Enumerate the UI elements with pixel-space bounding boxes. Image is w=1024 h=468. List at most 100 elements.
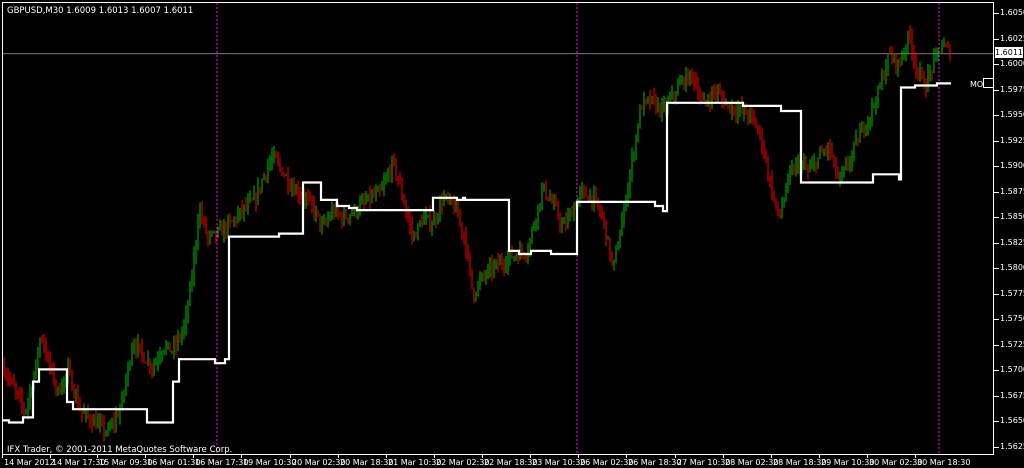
price-tick [994, 344, 999, 346]
candle-body [191, 278, 193, 285]
candle-body [791, 168, 793, 172]
candle-body [83, 412, 85, 414]
candle-body [175, 343, 177, 346]
candle-body [793, 168, 795, 173]
price-tick [994, 242, 999, 244]
candle-body [271, 157, 273, 163]
candle-body [131, 349, 133, 364]
candle-body [931, 70, 933, 72]
candle-body [459, 217, 461, 223]
candle-body [91, 422, 93, 426]
candle-body [227, 220, 229, 232]
candle-body [947, 45, 949, 47]
candle-body [29, 391, 31, 401]
time-label: 29 Mar 10:30 [821, 458, 875, 467]
time-label: 22 Mar 02:30 [436, 458, 490, 467]
price-label: 1.5650 [1000, 416, 1024, 426]
candle-body [925, 88, 927, 90]
candle-body [373, 194, 375, 196]
price-label: 1.5900 [1000, 161, 1024, 171]
candle-body [843, 167, 845, 173]
candle-body [849, 162, 851, 166]
candle-body [409, 218, 411, 225]
candle-body [549, 199, 551, 201]
candle-body [885, 68, 887, 79]
candle-body [621, 221, 623, 237]
candle-body [179, 336, 181, 338]
candle-body [941, 46, 943, 51]
candle-body [327, 218, 329, 223]
candle-body [573, 206, 575, 218]
candle-body [325, 222, 327, 224]
plot-area[interactable]: GBPUSD,M30 1.6009 1.6013 1.6007 1.6011 I… [2, 2, 994, 455]
candle-body [113, 422, 115, 424]
current-price-badge: 1.6011 [995, 47, 1023, 59]
candle-body [187, 305, 189, 314]
candle-body [251, 199, 253, 201]
candle-body [395, 160, 397, 177]
time-label: 26 Mar 02:30 [580, 458, 634, 467]
candle-body [655, 98, 657, 110]
candle-body [153, 365, 155, 369]
price-label: 1.5775 [1000, 288, 1024, 298]
candle-body [625, 203, 627, 206]
candle-body [45, 346, 47, 357]
candle-body [189, 284, 191, 306]
candle-body [17, 390, 19, 394]
candle-body [463, 233, 465, 237]
candle-body [499, 260, 501, 266]
candle-body [609, 237, 611, 258]
price-chart[interactable] [3, 3, 994, 455]
candle-body [713, 91, 715, 93]
price-tick [994, 89, 999, 91]
candle-body [937, 50, 939, 52]
candle-body [511, 252, 513, 259]
candle-body [461, 222, 463, 234]
candle-body [751, 111, 753, 115]
time-label: 23 Mar 10:30 [532, 458, 586, 467]
candle-body [633, 154, 635, 158]
candle-body [15, 386, 17, 391]
time-label: 27 Mar 10:30 [677, 458, 731, 467]
candle-body [753, 114, 755, 121]
candle-body [419, 222, 421, 225]
candle-body [47, 356, 49, 358]
candle-body [107, 427, 109, 433]
price-tick [994, 166, 999, 168]
candle-body [783, 199, 785, 207]
candle-body [101, 421, 103, 423]
time-tick [338, 455, 339, 458]
candle-body [177, 336, 179, 346]
candle-body [735, 111, 737, 115]
candle-body [521, 249, 523, 253]
candle-body [127, 365, 129, 380]
candle-body [475, 293, 477, 298]
candle-body [703, 99, 705, 101]
candle-body [921, 70, 923, 75]
candle-body [635, 136, 637, 155]
candle-body [351, 213, 353, 215]
candle-body [697, 85, 699, 97]
candle-body [357, 211, 359, 215]
candle-body [623, 205, 625, 222]
candle-body [489, 264, 491, 269]
candle-body [439, 202, 441, 216]
candle-body [699, 96, 701, 99]
candle-body [543, 183, 545, 190]
candle-body [653, 96, 655, 99]
price-tick [994, 370, 999, 372]
candle-body [89, 416, 91, 423]
candle-body [891, 53, 893, 60]
candle-body [897, 60, 899, 68]
candle-body [587, 196, 589, 201]
candle-body [847, 163, 849, 166]
candle-body [35, 359, 37, 376]
chart-window[interactable]: GBPUSD,M30 1.6009 1.6013 1.6007 1.6011 I… [0, 0, 1024, 468]
candle-body [681, 79, 683, 83]
candle-body [643, 99, 645, 110]
candle-body [331, 209, 333, 218]
candle-body [183, 325, 185, 332]
candle-body [501, 260, 503, 265]
candle-body [411, 224, 413, 236]
candle-body [565, 222, 567, 225]
